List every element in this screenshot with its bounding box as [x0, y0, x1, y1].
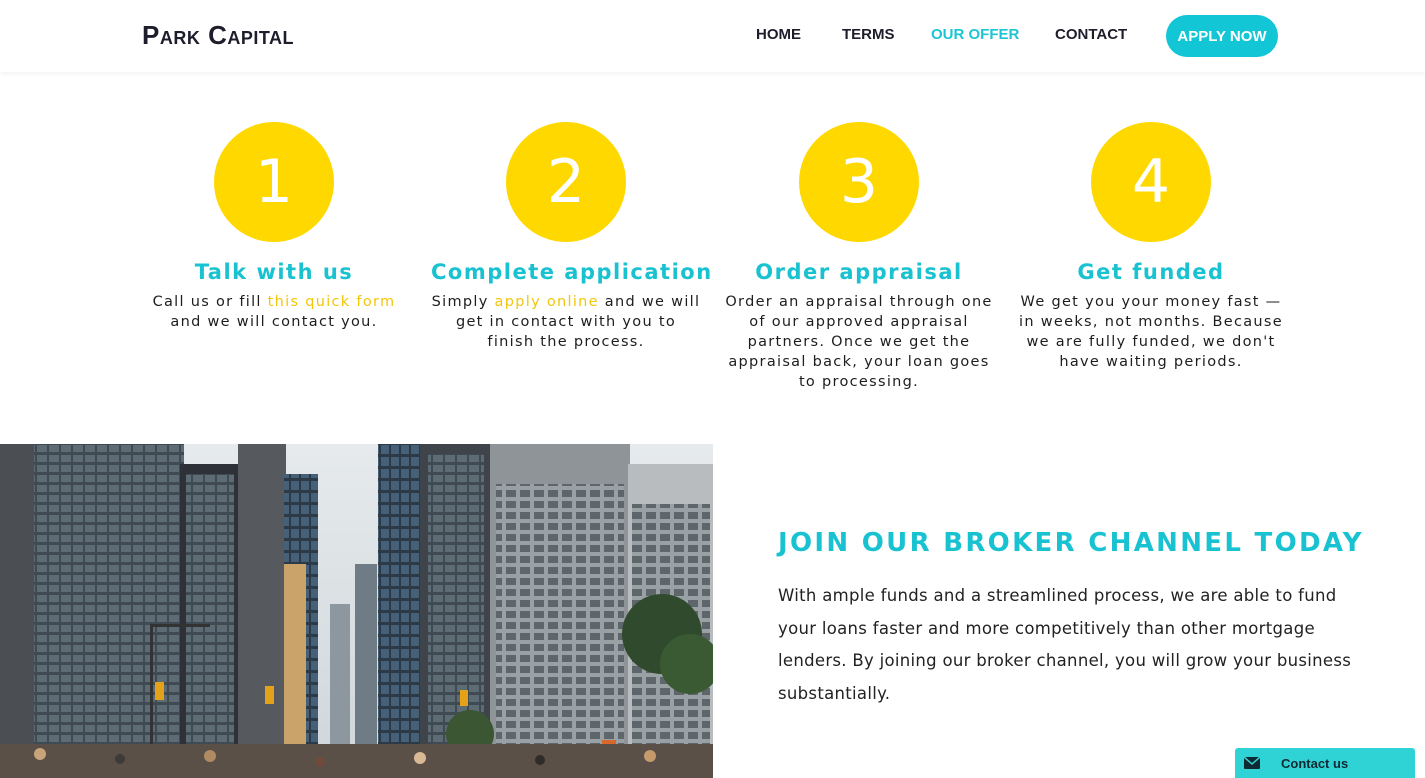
step-desc-text: and we will contact you. — [170, 314, 378, 330]
apply-now-button[interactable]: APPLY NOW — [1166, 15, 1278, 57]
contact-us-widget[interactable]: Contact us — [1235, 748, 1415, 778]
step-number-circle: 1 — [214, 122, 334, 242]
step-number-circle: 4 — [1091, 122, 1211, 242]
site-logo[interactable]: Park Capital — [142, 20, 294, 51]
step-desc-text: Call us or fill — [152, 294, 268, 310]
city-street-photo — [0, 444, 713, 778]
step-desc-text: Simply — [431, 294, 495, 310]
nav-terms[interactable]: TERMS — [842, 26, 895, 43]
quick-form-link[interactable]: this quick form — [268, 294, 396, 310]
broker-section-text: With ample funds and a streamlined proce… — [778, 586, 1352, 703]
nav-contact[interactable]: CONTACT — [1055, 26, 1127, 43]
envelope-icon — [1235, 748, 1269, 778]
step-4: 4 Get funded We get you your money fast … — [1016, 122, 1286, 372]
step-number-circle: 3 — [799, 122, 919, 242]
nav-our-offer[interactable]: OUR OFFER — [931, 26, 1019, 43]
site-header: Park Capital HOME TERMS OUR OFFER CONTAC… — [0, 0, 1425, 72]
step-description: Order an appraisal through one of our ap… — [725, 294, 993, 390]
step-description: Simply apply online and we will get in c… — [431, 292, 701, 352]
step-1: 1 Talk with us Call us or fill this quic… — [139, 122, 409, 332]
broker-section-title: JOIN OUR BROKER CHANNEL TODAY — [778, 528, 1364, 558]
step-description: Call us or fill this quick form and we w… — [139, 292, 409, 332]
contact-us-label: Contact us — [1281, 755, 1349, 771]
step-title: Talk with us — [194, 260, 354, 284]
step-title: Complete application — [431, 260, 713, 284]
step-title: Get funded — [1077, 260, 1225, 284]
step-3: 3 Order appraisal Order an appraisal thr… — [724, 122, 994, 392]
step-2: 2 Complete application Simply apply onli… — [431, 122, 713, 352]
nav-home[interactable]: HOME — [756, 26, 801, 43]
apply-online-link[interactable]: apply online — [495, 294, 599, 310]
step-number-circle: 2 — [506, 122, 626, 242]
step-description: We get you your money fast — in weeks, n… — [1019, 294, 1283, 370]
step-title: Order appraisal — [755, 260, 963, 284]
